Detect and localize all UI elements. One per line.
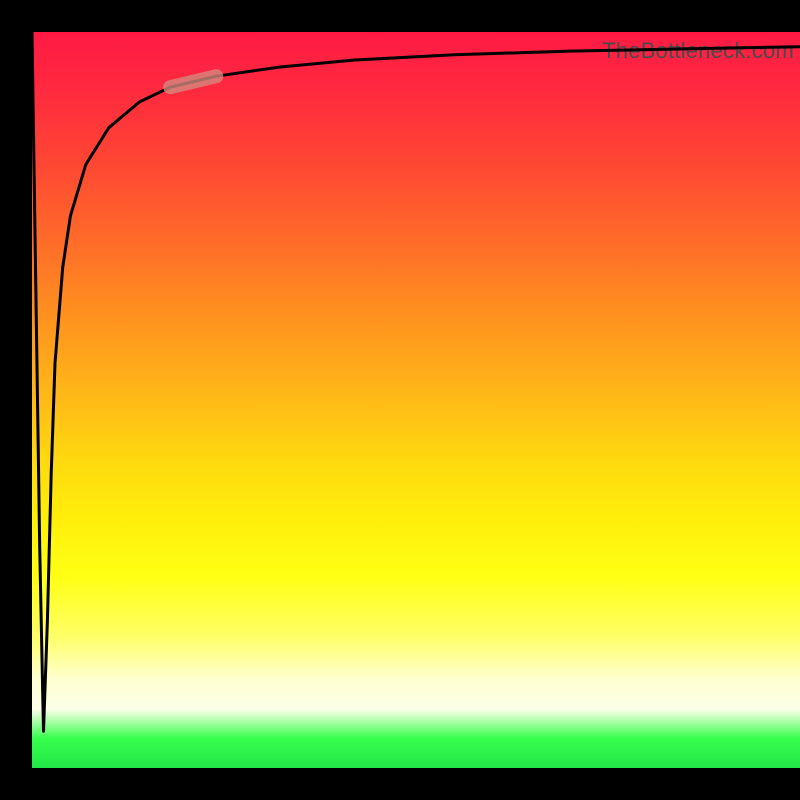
curve-svg [32, 32, 800, 768]
chart-frame: TheBottleneck.com [0, 0, 800, 800]
highlight-segment [170, 76, 216, 87]
plot-area: TheBottleneck.com [32, 32, 800, 768]
bottleneck-curve-line [32, 32, 800, 731]
